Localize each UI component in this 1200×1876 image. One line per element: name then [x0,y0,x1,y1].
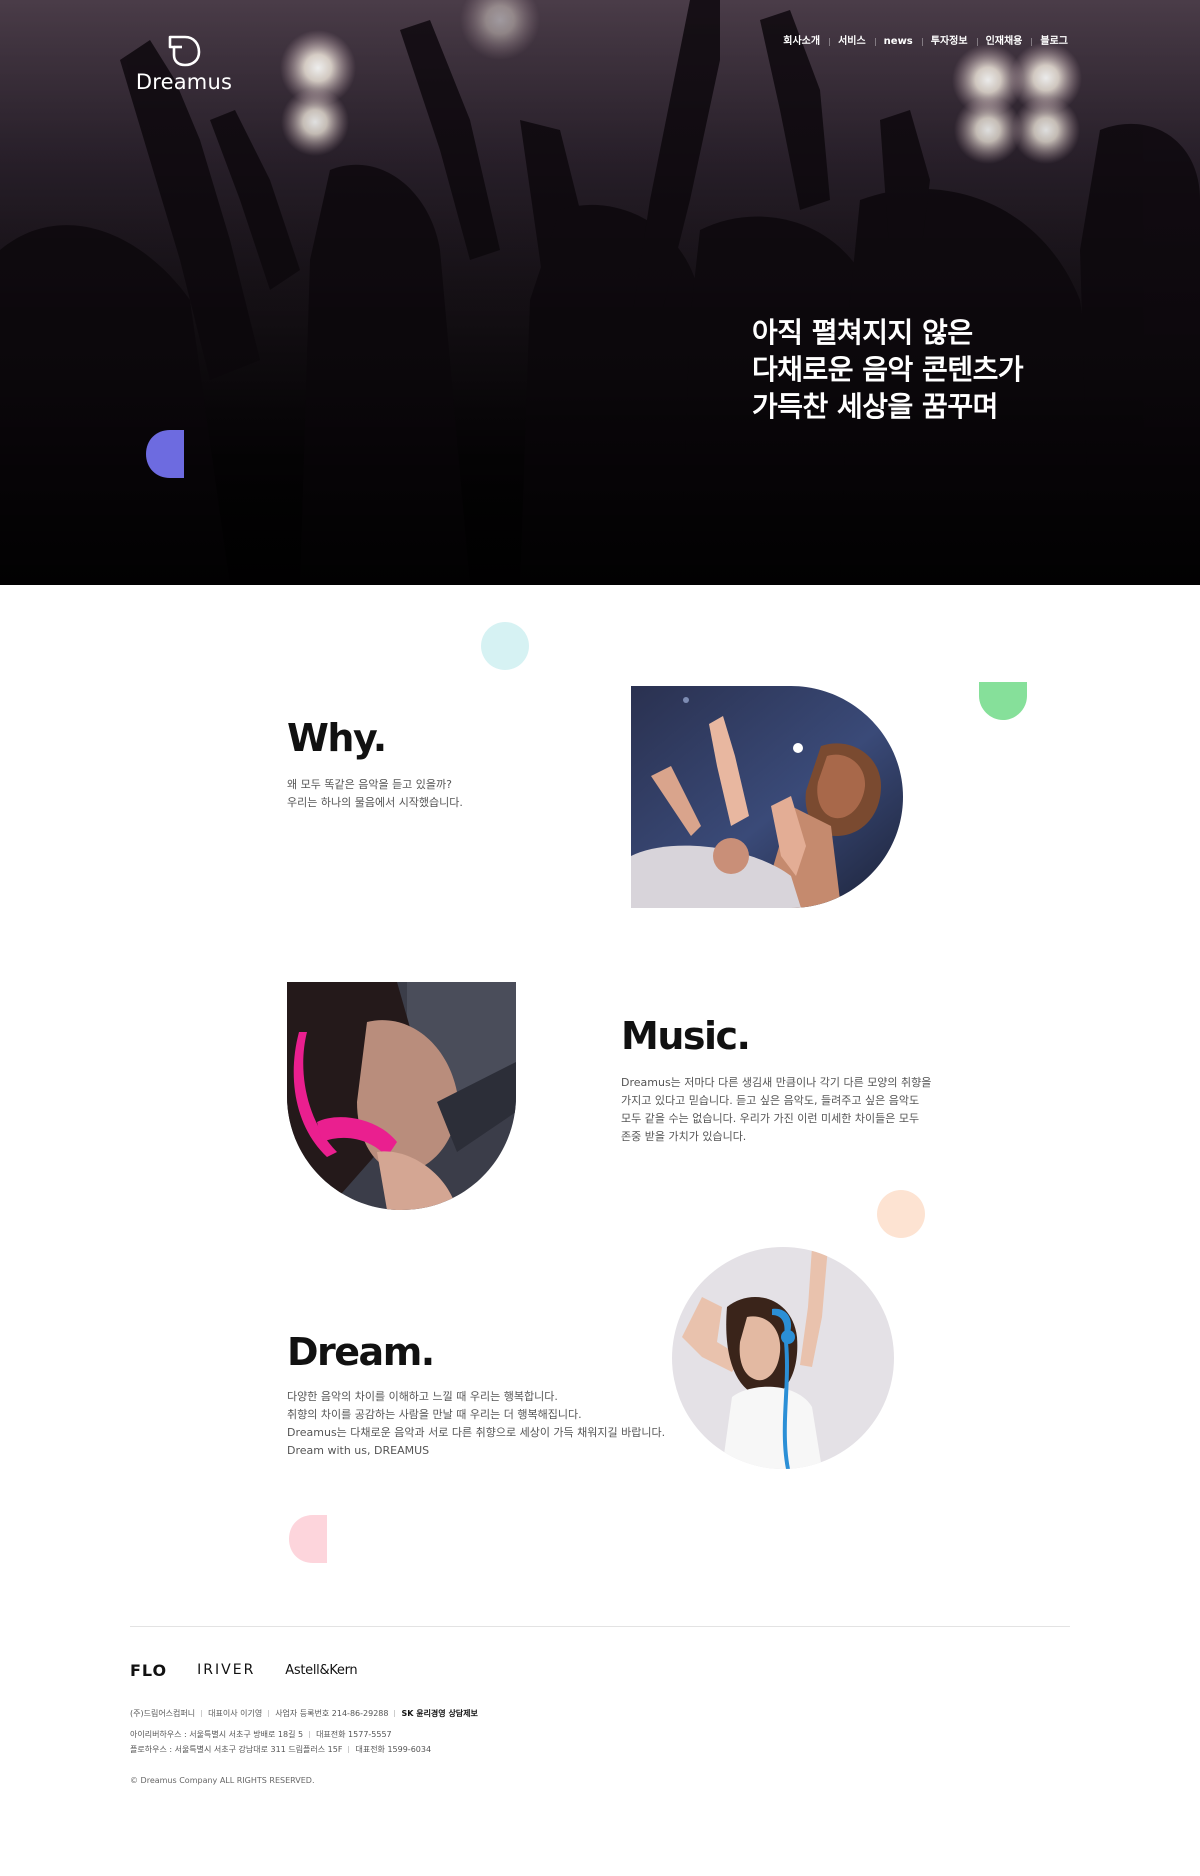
why-text-line: 우리는 하나의 물음에서 시작했습니다. [287,796,463,809]
dream-text-line: 다양한 음악의 차이를 이해하고 느낄 때 우리는 행복합니다. [287,1390,558,1403]
hero-banner: Dreamus 회사소개 서비스 news 투자정보 인재채용 블로그 아직 펼… [0,0,1200,585]
divider [268,1710,270,1717]
footer-divider [130,1626,1070,1627]
dream-text-line: Dreamus는 다채로운 음악과 서로 다른 취향으로 세상이 가득 채워지길… [287,1426,666,1439]
nav-investor[interactable]: 투자정보 [921,34,977,50]
nav-service[interactable]: 서비스 [829,34,875,50]
hero-headline: 아직 펼쳐지지 않은 다채로운 음악 콘텐츠가 가득찬 세상을 꿈꾸며 [752,314,1024,425]
phone-iriver-house: 대표전화 1577-5557 [316,1730,392,1739]
address-row-1: 아이리버하우스 : 서울특별시 서초구 방배로 18길 5 대표전화 1577-… [130,1729,392,1740]
nav-news[interactable]: news [874,34,922,50]
ethics-report-link[interactable]: SK 윤리경영 상담제보 [401,1708,477,1719]
logo-mark-icon [168,35,201,67]
music-description: Dreamus는 저마다 다른 생김새 만큼이나 각기 다른 모양의 취향을 가… [621,1074,931,1146]
why-description: 왜 모두 똑같은 음악을 듣고 있을까? 우리는 하나의 물음에서 시작했습니다… [287,776,463,812]
brand-iriver-link[interactable]: IRIVER [197,1662,255,1678]
address-flo-house: 플로하우스 : 서울특별시 서초구 강남대로 311 드림플러스 15F [130,1745,343,1754]
logo-wordmark: Dreamus [135,70,233,94]
company-biz-no: 사업자 등록번호 214-86-29288 [275,1709,389,1718]
dream-text-line: Dream with us, DREAMUS [287,1444,430,1457]
music-text-line: 존중 받을 가치가 있습니다. [621,1130,747,1143]
company-ceo: 대표이사 이기영 [208,1709,263,1718]
music-title: Music. [621,1014,751,1058]
brand-flo-link[interactable]: FLO [130,1661,167,1680]
divider [309,1731,311,1738]
divider [394,1710,396,1717]
dream-dancing-woman-photo [672,1247,894,1469]
dream-description: 다양한 음악의 차이를 이해하고 느낄 때 우리는 행복합니다. 취향의 차이를… [287,1388,665,1460]
green-half-circle-decoration [979,682,1027,720]
company-info-row: (주)드림어스컴퍼니 대표이사 이기영 사업자 등록번호 214-86-2928… [130,1708,478,1719]
why-concert-photo [631,686,903,908]
music-text-line: Dreamus는 저마다 다른 생김새 만큼이나 각기 다른 모양의 취향을 [621,1076,932,1089]
dream-text-line: 취향의 차이를 공감하는 사람을 만날 때 우리는 더 행복해집니다. [287,1408,582,1421]
divider [201,1710,203,1717]
global-nav: 회사소개 서비스 news 투자정보 인재채용 블로그 [774,34,1068,50]
nav-blog[interactable]: 블로그 [1031,34,1068,50]
phone-flo-house: 대표전화 1599-6034 [355,1745,432,1754]
brand-astell-kern-link[interactable]: Astell&Kern [285,1663,357,1678]
why-title: Why. [287,716,387,760]
address-iriver-house: 아이리버하우스 : 서울특별시 서초구 방배로 18길 5 [130,1730,304,1739]
nav-careers[interactable]: 인재채용 [976,34,1032,50]
copyright: © Dreamus Company ALL RIGHTS RESERVED. [130,1776,315,1785]
dream-title: Dream. [287,1330,435,1374]
cyan-circle-decoration [481,622,529,670]
hero-headline-line: 가득찬 세상을 꿈꾸며 [752,390,998,423]
music-headphones-photo [287,982,516,1210]
address-row-2: 플로하우스 : 서울특별시 서초구 강남대로 311 드림플러스 15F 대표전… [130,1744,431,1755]
music-text-line: 가지고 있다고 믿습니다. 듣고 싶은 음악도, 들려주고 싶은 음악도 [621,1094,920,1107]
hero-headline-line: 아직 펼쳐지지 않은 [752,316,973,349]
divider [348,1746,350,1753]
pink-half-circle-decoration [289,1515,327,1563]
music-text-line: 모두 같을 수는 없습니다. 우리가 가진 이런 미세한 차이들은 모두 [621,1112,920,1125]
peach-circle-decoration [877,1190,925,1238]
nav-company[interactable]: 회사소개 [774,34,829,50]
hero-half-circle-shape [146,430,184,478]
why-text-line: 왜 모두 똑같은 음악을 듣고 있을까? [287,778,453,791]
dreamus-logo[interactable]: Dreamus [130,34,238,104]
company-name: (주)드림어스컴퍼니 [130,1709,196,1718]
brand-links: FLO IRIVER Astell&Kern [130,1660,387,1680]
hero-headline-line: 다채로운 음악 콘텐츠가 [752,353,1024,386]
